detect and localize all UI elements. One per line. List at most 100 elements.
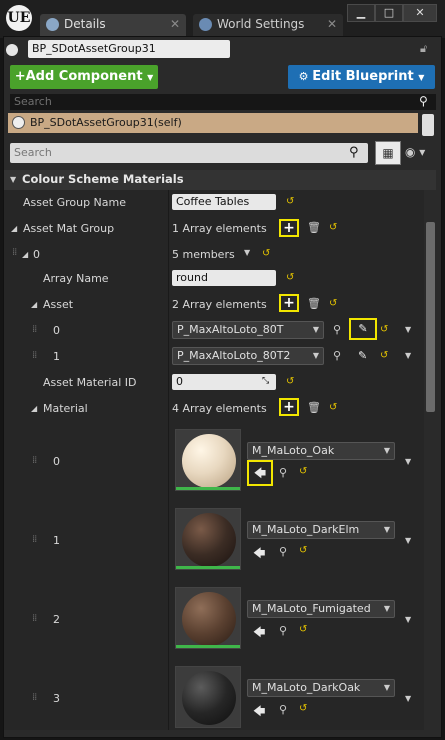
material-select-value: M_MaLoto_Oak xyxy=(252,444,335,457)
material-select[interactable]: M_MaLoto_Fumigated ▼ xyxy=(247,600,395,618)
close-tab-icon[interactable]: ✕ xyxy=(327,14,337,35)
column-divider[interactable] xyxy=(168,190,169,730)
material-index-label: 0 xyxy=(53,455,60,468)
add-element-button[interactable]: + xyxy=(279,219,299,237)
search-icon: ⚲ xyxy=(419,94,428,108)
reset-default-icon[interactable]: ↺ xyxy=(286,376,294,387)
drag-handle-icon[interactable]: ⁞⁞ xyxy=(32,455,37,466)
reset-default-icon[interactable]: ↺ xyxy=(299,624,307,635)
expand-triangle-icon[interactable]: ◢ xyxy=(31,404,37,413)
asset-mat-group-value: 1 Array elements xyxy=(172,222,267,235)
browse-search-icon[interactable]: ⚲ xyxy=(279,624,287,637)
reset-default-icon[interactable]: ↺ xyxy=(380,324,388,335)
drag-handle-icon[interactable]: ⁞⁞ xyxy=(32,324,37,335)
trash-icon[interactable]: 🗑︎ xyxy=(307,297,321,310)
trash-icon[interactable]: 🗑︎ xyxy=(307,401,321,414)
browse-search-icon[interactable]: ⚲ xyxy=(279,545,287,558)
material-select[interactable]: M_MaLoto_Oak ▼ xyxy=(247,442,395,460)
eyedropper-icon[interactable]: ✎ xyxy=(358,349,367,362)
reset-default-icon[interactable]: ↺ xyxy=(286,196,294,207)
browse-search-icon[interactable]: ⚲ xyxy=(333,349,341,362)
component-tree-item[interactable]: BP_SDotAssetGroup31(self) xyxy=(8,113,418,133)
eyedropper-button[interactable]: ✎ xyxy=(349,318,377,340)
material-sphere-dark-oak xyxy=(182,671,236,725)
actor-name-field[interactable]: BP_SDotAssetGroup31 xyxy=(28,40,230,58)
chevron-down-icon[interactable]: ▼ xyxy=(405,694,411,703)
reset-default-icon[interactable]: ↺ xyxy=(329,222,337,233)
chevron-down-icon: ▼ xyxy=(383,446,390,455)
chevron-down-icon[interactable]: ▼ xyxy=(405,325,411,334)
material-index-label: 2 xyxy=(53,613,60,626)
close-tab-icon[interactable]: ✕ xyxy=(170,14,180,35)
details-search-input[interactable]: Search xyxy=(10,143,368,163)
add-component-button[interactable]: +Add Component ▼ xyxy=(10,65,158,89)
tab-details[interactable]: Details ✕ xyxy=(40,14,186,36)
chevron-down-icon[interactable]: ▼ xyxy=(405,351,411,360)
gears-icon: ⚙ xyxy=(298,70,313,83)
material-index-label: 3 xyxy=(53,692,60,705)
add-element-button[interactable]: + xyxy=(279,294,299,312)
details-scrollbar[interactable] xyxy=(426,222,435,412)
material-thumbnail[interactable] xyxy=(175,429,241,491)
asset-group-name-label: Asset Group Name xyxy=(23,196,127,209)
tab-world-settings[interactable]: World Settings ✕ xyxy=(193,14,343,36)
group-index-label: 0 xyxy=(33,248,40,261)
array-name-input[interactable]: round xyxy=(172,270,276,286)
material-thumbnail[interactable] xyxy=(175,666,241,728)
material-count-value: 4 Array elements xyxy=(172,402,267,415)
view-options-eye-icon[interactable]: ◉ ▾ xyxy=(405,145,437,161)
edit-blueprint-button[interactable]: ⚙ Edit Blueprint ▼ xyxy=(288,65,435,89)
use-selected-asset-button[interactable]: 🡄 xyxy=(247,460,273,486)
use-selected-asset-button[interactable]: 🡄 xyxy=(253,623,265,644)
property-matrix-button[interactable]: ▦ xyxy=(375,141,401,165)
component-search-input[interactable]: Search xyxy=(10,94,436,110)
browse-search-icon[interactable]: ⚲ xyxy=(333,323,341,336)
reset-default-icon[interactable]: ↺ xyxy=(299,466,307,477)
reset-default-icon[interactable]: ↺ xyxy=(329,298,337,309)
asset-select[interactable]: P_MaxAltoLoto_80T2 ▼ xyxy=(172,347,324,365)
asset-select[interactable]: P_MaxAltoLoto_80T ▼ xyxy=(172,321,324,339)
browse-search-icon[interactable]: ⚲ xyxy=(279,466,287,479)
maximize-button[interactable]: □ xyxy=(375,4,403,22)
reset-default-icon[interactable]: ↺ xyxy=(262,248,270,259)
drag-handle-icon[interactable]: ⁞⁞ xyxy=(32,613,37,624)
collapse-triangle-icon: ▼ xyxy=(10,175,17,184)
drag-handle-icon[interactable]: ⁞⁞ xyxy=(12,247,17,258)
asset-material-id-input[interactable]: 0 xyxy=(172,374,276,390)
asset-group-name-input[interactable]: Coffee Tables xyxy=(172,194,276,210)
close-button[interactable]: ✕ xyxy=(403,4,437,22)
component-tree-item-label: BP_SDotAssetGroup31(self) xyxy=(30,116,182,129)
use-selected-asset-button[interactable]: 🡄 xyxy=(253,544,265,565)
asset-index-label: 1 xyxy=(53,350,60,363)
expand-triangle-icon[interactable]: ◢ xyxy=(11,224,17,233)
material-thumbnail[interactable] xyxy=(175,587,241,649)
chevron-down-icon[interactable]: ▼ xyxy=(405,536,411,545)
drag-handle-icon[interactable]: ⁞⁞ xyxy=(32,350,37,361)
tab-world-settings-label: World Settings xyxy=(217,17,305,31)
drag-handle-icon[interactable]: ⁞⁞ xyxy=(32,692,37,703)
material-select[interactable]: M_MaLoto_DarkElm ▼ xyxy=(247,521,395,539)
expand-triangle-icon[interactable]: ◢ xyxy=(22,250,28,259)
chevron-down-icon[interactable]: ▼ xyxy=(405,615,411,624)
reset-default-icon[interactable]: ↺ xyxy=(380,350,388,361)
globe-icon xyxy=(199,18,212,31)
section-header[interactable]: ▼ Colour Scheme Materials xyxy=(4,170,436,190)
material-sphere-fumigated xyxy=(182,592,236,646)
reset-default-icon[interactable]: ↺ xyxy=(299,703,307,714)
expand-triangle-icon[interactable]: ◢ xyxy=(31,300,37,309)
material-thumbnail[interactable] xyxy=(175,508,241,570)
reset-default-icon[interactable]: ↺ xyxy=(329,402,337,413)
tree-scrollbar[interactable] xyxy=(422,114,434,136)
minimize-button[interactable]: ▁ xyxy=(347,4,375,22)
drag-handle-icon[interactable]: ⁞⁞ xyxy=(32,534,37,545)
chevron-down-icon[interactable]: ▼ xyxy=(405,457,411,466)
lock-icon[interactable]: 🔓︎ xyxy=(420,42,434,56)
use-selected-asset-button[interactable]: 🡄 xyxy=(253,702,265,723)
trash-icon[interactable]: 🗑︎ xyxy=(307,221,321,234)
reset-default-icon[interactable]: ↺ xyxy=(299,545,307,556)
add-element-button[interactable]: + xyxy=(279,398,299,416)
chevron-down-icon[interactable]: ▼ xyxy=(244,248,250,257)
reset-default-icon[interactable]: ↺ xyxy=(286,272,294,283)
material-select[interactable]: M_MaLoto_DarkOak ▼ xyxy=(247,679,395,697)
browse-search-icon[interactable]: ⚲ xyxy=(279,703,287,716)
